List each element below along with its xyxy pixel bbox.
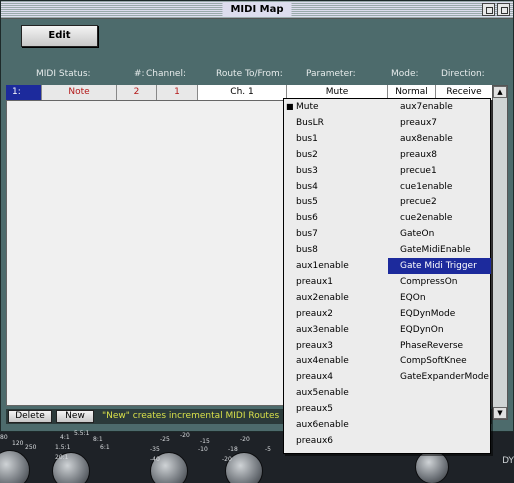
knob-label: -25 (160, 436, 170, 443)
knob[interactable] (0, 450, 30, 483)
menu-item[interactable]: cue1enable (388, 179, 491, 195)
knob-label: 80 (0, 434, 8, 441)
menu-item[interactable]: bus3 (284, 163, 387, 179)
col-parameter: Parameter: (306, 69, 356, 79)
menu-item[interactable]: bus5 (284, 194, 387, 210)
knob-label: -20 (180, 432, 190, 439)
col-channel: Channel: (146, 69, 186, 79)
knob-label: 20:1 (55, 454, 69, 461)
menu-item[interactable]: GateOn (388, 226, 491, 242)
row-status[interactable]: Note (42, 85, 117, 100)
menu-item[interactable]: cue2enable (388, 210, 491, 226)
menu-item[interactable]: aux1enable (284, 258, 387, 274)
scroll-down-arrow-icon[interactable]: ▼ (493, 407, 507, 419)
menu-item[interactable]: preaux8 (388, 147, 491, 163)
menu-item[interactable]: preaux4 (284, 369, 387, 385)
knob-label: 250 (25, 444, 37, 451)
menu-item-label: Mute (296, 102, 319, 112)
mixer-section-label: DY (502, 456, 514, 466)
menu-item[interactable]: EQDynMode (388, 306, 491, 322)
knob-label: 6:1 (100, 444, 110, 451)
hint-text: "New" creates incremental MIDI Routes (102, 411, 280, 421)
menu-item[interactable]: CompSoftKnee (388, 353, 491, 369)
menu-item[interactable]: EQDynOn (388, 322, 491, 338)
menu-item[interactable]: bus4 (284, 179, 387, 195)
row-route[interactable]: Ch. 1 (198, 85, 287, 100)
menu-item[interactable]: aux8enable (388, 131, 491, 147)
menu-item[interactable]: bus2 (284, 147, 387, 163)
knob-label: 120 (12, 440, 24, 447)
menu-item[interactable]: bus8 (284, 242, 387, 258)
row-number[interactable]: 2 (117, 85, 157, 100)
menu-item[interactable]: preaux1 (284, 274, 387, 290)
edit-button[interactable]: Edit (21, 25, 98, 47)
menu-item[interactable]: precue1 (388, 163, 491, 179)
col-direction: Direction: (441, 69, 485, 79)
knob[interactable] (415, 450, 449, 483)
knob-label: -20 (240, 436, 250, 443)
knob-label: -10 (198, 446, 208, 453)
col-route: Route To/From: (216, 69, 283, 79)
menu-item[interactable]: preaux3 (284, 338, 387, 354)
menu-item[interactable]: GateMidiEnable (388, 242, 491, 258)
title-bar[interactable]: MIDI Map (1, 1, 513, 19)
knob-label: 4:1 (60, 434, 70, 441)
col-midi-status: MIDI Status: (36, 69, 91, 79)
menu-item[interactable]: aux3enable (284, 322, 387, 338)
knob-label: -18 (228, 446, 238, 453)
scroll-up-arrow-icon[interactable]: ▲ (493, 86, 507, 98)
knob-label: 8:1 (93, 436, 103, 443)
menu-item[interactable]: bus1 (284, 131, 387, 147)
row-index[interactable]: 1: (6, 85, 42, 100)
menu-item[interactable]: GateExpanderMode (388, 369, 491, 385)
menu-item[interactable]: preaux6 (284, 433, 387, 449)
row-channel[interactable]: 1 (157, 85, 198, 100)
knob-label: -35 (150, 446, 160, 453)
menu-item[interactable]: EQOn (388, 290, 491, 306)
knob-label: -15 (200, 438, 210, 445)
menu-item[interactable]: PhaseReverse (388, 338, 491, 354)
zoom-box-icon[interactable] (482, 3, 495, 16)
knob-label: -20 (222, 456, 232, 463)
menu-item-selected[interactable]: Gate Midi Trigger (388, 258, 491, 274)
collapse-box-icon[interactable] (497, 3, 510, 16)
menu-item[interactable]: CompressOn (388, 274, 491, 290)
menu-item[interactable]: ■ Mute (284, 99, 387, 115)
col-number: #: (134, 69, 145, 79)
vertical-scrollbar[interactable]: ▲ ▼ (492, 85, 508, 420)
menu-item[interactable]: BusLR (284, 115, 387, 131)
new-button[interactable]: New (56, 410, 94, 423)
knob-label: 5.5:1 (74, 430, 90, 437)
menu-item[interactable]: bus6 (284, 210, 387, 226)
window-title: MIDI Map (222, 3, 292, 17)
menu-item[interactable]: preaux7 (388, 115, 491, 131)
menu-item[interactable]: preaux2 (284, 306, 387, 322)
col-mode: Mode: (391, 69, 419, 79)
knob-label: -5 (265, 446, 271, 453)
menu-item[interactable]: aux6enable (284, 417, 387, 433)
menu-item[interactable]: preaux5 (284, 401, 387, 417)
knob-label: 1.5:1 (55, 444, 71, 451)
menu-item[interactable]: aux4enable (284, 353, 387, 369)
menu-item[interactable]: aux2enable (284, 290, 387, 306)
menu-item[interactable]: bus7 (284, 226, 387, 242)
menu-item[interactable]: precue2 (388, 194, 491, 210)
parameter-dropdown-menu[interactable]: ■ Mute BusLR bus1 bus2 bus3 bus4 bus5 bus6 bus7 bu… (283, 98, 491, 454)
delete-button[interactable]: Delete (8, 410, 52, 423)
menu-item[interactable]: aux7enable (388, 99, 491, 115)
knob-label: -40 (150, 456, 160, 463)
menu-item[interactable]: aux5enable (284, 385, 387, 401)
checkmark-icon: ■ (286, 102, 294, 111)
